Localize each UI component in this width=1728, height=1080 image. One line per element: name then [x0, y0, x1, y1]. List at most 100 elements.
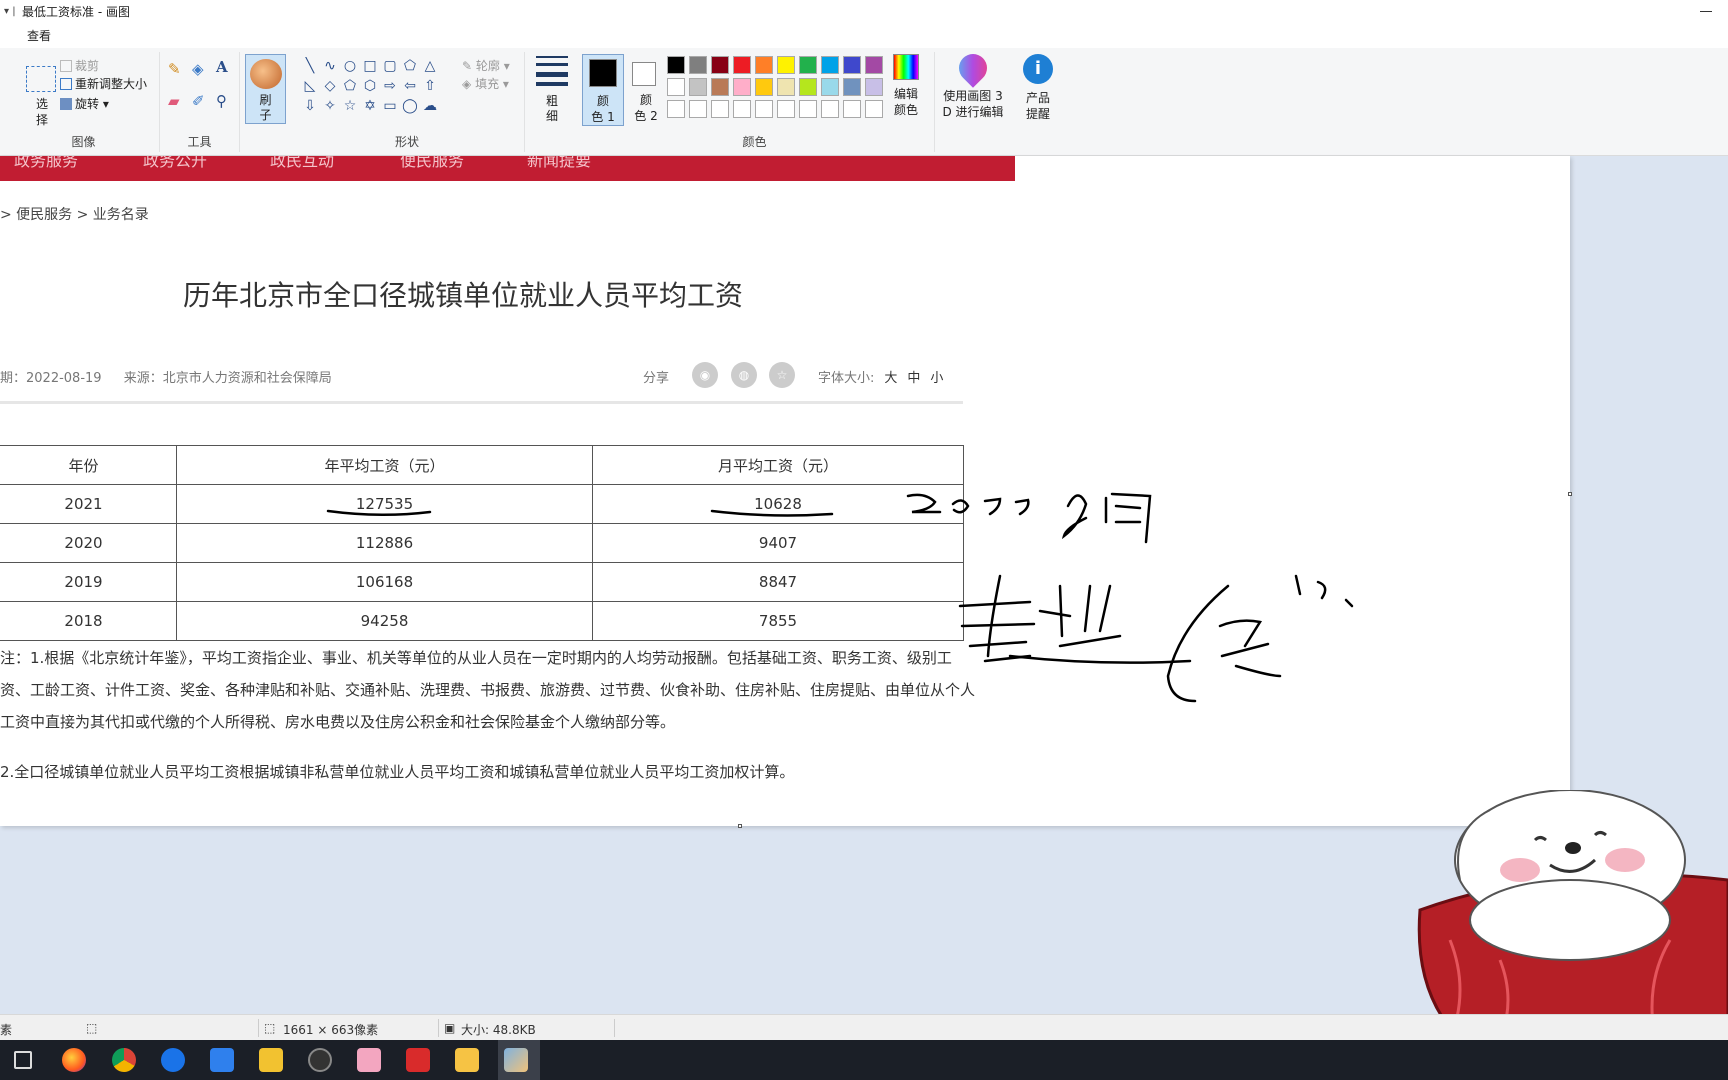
oval-shape-icon[interactable]: ○ — [340, 56, 360, 76]
palette-swatch[interactable] — [777, 100, 795, 118]
callout-oval-shape-icon[interactable]: ◯ — [400, 96, 420, 116]
brush-button[interactable]: 刷 子 — [245, 54, 286, 124]
firefox-icon[interactable] — [62, 1048, 86, 1072]
hexagon-shape-icon[interactable]: ⬡ — [360, 76, 380, 96]
resize-button[interactable]: 重新调整大小 — [60, 76, 147, 92]
star6-shape-icon[interactable]: ✡ — [360, 96, 380, 116]
obs-icon[interactable] — [308, 1048, 332, 1072]
file-explorer-icon[interactable] — [455, 1048, 479, 1072]
color-picker-icon[interactable]: ✐ — [192, 92, 205, 110]
palette-swatch[interactable] — [711, 78, 729, 96]
product-notice-button[interactable]: i 产品 提醒 — [1020, 54, 1056, 122]
palette-swatch[interactable] — [667, 100, 685, 118]
callout-cloud-shape-icon[interactable]: ☁ — [420, 96, 440, 116]
note-app-icon[interactable] — [259, 1048, 283, 1072]
left-arrow-shape-icon[interactable]: ⇦ — [400, 76, 420, 96]
shapes-gallery[interactable]: ╲ ∿ ○ □ ▢ ⬠ △ ◺ ◇ ⬠ ⬡ ⇨ ⇦ ⇧ ⇩ ✧ ☆ ✡ ▭ ◯ ☁ — [300, 56, 450, 120]
palette-swatch[interactable] — [843, 78, 861, 96]
palette-swatch[interactable] — [865, 78, 883, 96]
palette-swatch[interactable] — [667, 56, 685, 74]
resize-handle-right[interactable] — [1568, 492, 1572, 496]
crop-button[interactable]: 裁剪 — [60, 58, 99, 74]
pentagon-shape-icon[interactable]: ⬠ — [340, 76, 360, 96]
paint-icon[interactable] — [504, 1048, 528, 1072]
palette-swatch[interactable] — [711, 56, 729, 74]
browser-icon[interactable] — [161, 1048, 185, 1072]
star5-shape-icon[interactable]: ☆ — [340, 96, 360, 116]
palette-swatch[interactable] — [667, 78, 685, 96]
color1-button[interactable]: 颜 色 1 — [582, 54, 624, 126]
drawing-canvas[interactable]: 政务服务 政务公开 政民互动 便民服务 新闻提要 > 便民服务 > 业务名录 历… — [0, 156, 1572, 828]
edit-colors-button[interactable]: 编辑 颜色 — [890, 54, 922, 118]
triangle-shape-icon[interactable]: △ — [420, 56, 440, 76]
palette-swatch[interactable] — [799, 78, 817, 96]
pencil-icon[interactable]: ✎ — [168, 60, 181, 78]
palette-swatch[interactable] — [843, 100, 861, 118]
magnifier-icon[interactable]: ⚲ — [216, 92, 227, 110]
title-bar: ▾ | 最低工资标准 - 画图 — [0, 0, 1728, 22]
fill-bucket-icon[interactable]: ◈ — [192, 60, 204, 78]
minimize-button[interactable] — [1700, 2, 1712, 12]
fill-button[interactable]: ◈ 填充 ▾ — [462, 76, 509, 92]
task-view-icon[interactable] — [14, 1051, 32, 1069]
line-shape-icon[interactable]: ╲ — [300, 56, 320, 76]
paint3d-icon — [953, 48, 993, 88]
down-arrow-shape-icon[interactable]: ⇩ — [300, 96, 320, 116]
product-notice-label: 产品 提醒 — [1025, 91, 1050, 121]
palette-swatch[interactable] — [821, 56, 839, 74]
paint3d-button[interactable]: 使用画图 3 D 进行编辑 — [940, 48, 1006, 120]
palette-swatch[interactable] — [689, 78, 707, 96]
palette-swatch[interactable] — [755, 100, 773, 118]
palette-swatch[interactable] — [689, 56, 707, 74]
palette-swatch[interactable] — [755, 78, 773, 96]
image-app-icon[interactable] — [357, 1048, 381, 1072]
star4-shape-icon[interactable]: ✧ — [320, 96, 340, 116]
tab-view[interactable]: 查看 — [27, 27, 51, 44]
rounded-rect-shape-icon[interactable]: ▢ — [380, 56, 400, 76]
rotate-icon — [60, 98, 72, 110]
palette-swatch[interactable] — [821, 100, 839, 118]
messenger-icon[interactable] — [210, 1048, 234, 1072]
quick-access-menu[interactable]: ▾ | — [0, 6, 22, 17]
text-icon[interactable]: A — [216, 58, 228, 76]
canvas-dimensions: 1661 × 663像素 — [283, 1023, 379, 1037]
palette-swatch[interactable] — [865, 100, 883, 118]
resize-handle-bottom[interactable] — [738, 824, 742, 828]
eraser-icon[interactable]: ▰ — [168, 92, 180, 110]
palette-swatch[interactable] — [689, 100, 707, 118]
palette-swatch[interactable] — [799, 56, 817, 74]
rectangle-shape-icon[interactable]: □ — [360, 56, 380, 76]
palette-swatch[interactable] — [777, 56, 795, 74]
select-button[interactable]: 选 择 — [25, 96, 59, 128]
palette-swatch[interactable] — [755, 56, 773, 74]
size-button[interactable]: 粗 细 — [532, 54, 572, 124]
palette-swatch[interactable] — [733, 78, 751, 96]
image-group: 选 择 裁剪 重新调整大小 旋转 ▾ 图像 — [8, 52, 160, 152]
callout-rect-shape-icon[interactable]: ▭ — [380, 96, 400, 116]
palette-swatch[interactable] — [733, 56, 751, 74]
polygon-shape-icon[interactable]: ⬠ — [400, 56, 420, 76]
tools-group-label: 工具 — [187, 135, 212, 149]
rotate-button[interactable]: 旋转 ▾ — [60, 96, 109, 112]
chrome-icon[interactable] — [112, 1048, 136, 1072]
palette-swatch[interactable] — [821, 78, 839, 96]
palette-swatch[interactable] — [777, 78, 795, 96]
paint3d-label: 使用画图 3 D 进行编辑 — [942, 89, 1004, 119]
palette-swatch[interactable] — [843, 56, 861, 74]
palette-swatch[interactable] — [711, 100, 729, 118]
wps-icon[interactable] — [406, 1048, 430, 1072]
color2-button[interactable]: 颜 色 2 — [628, 54, 664, 126]
diamond-shape-icon[interactable]: ◇ — [320, 76, 340, 96]
select-icon[interactable] — [26, 66, 56, 92]
palette-swatch[interactable] — [799, 100, 817, 118]
right-arrow-shape-icon[interactable]: ⇨ — [380, 76, 400, 96]
palette-swatch[interactable] — [865, 56, 883, 74]
palette-swatch[interactable] — [733, 100, 751, 118]
up-arrow-shape-icon[interactable]: ⇧ — [420, 76, 440, 96]
outline-button[interactable]: ✎ 轮廓 ▾ — [462, 58, 510, 74]
crop-label: 裁剪 — [75, 59, 100, 73]
handwriting-annotations — [326, 492, 1354, 703]
color2-swatch — [632, 62, 656, 86]
right-triangle-shape-icon[interactable]: ◺ — [300, 76, 320, 96]
curve-shape-icon[interactable]: ∿ — [320, 56, 340, 76]
